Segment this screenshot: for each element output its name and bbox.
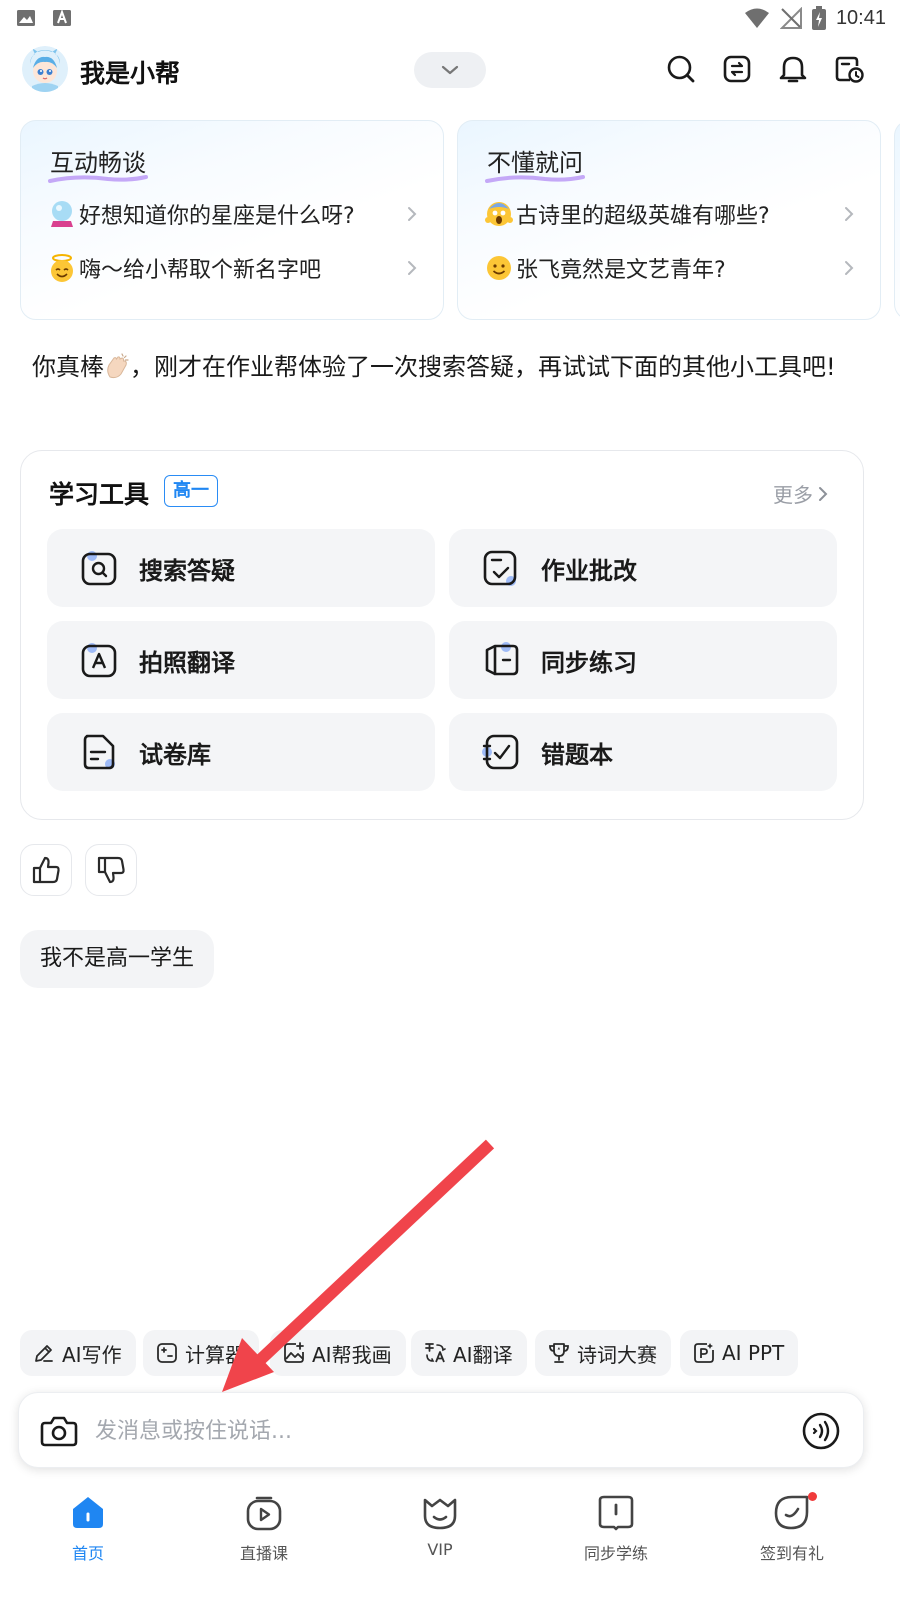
sync-practice-icon [485,642,519,676]
dislike-button[interactable] [85,844,137,896]
chat-input-bar [18,1392,864,1468]
nav-vip[interactable]: VIP [380,1492,500,1572]
app-title: 我是小帮 [80,59,181,88]
app-header: 我是小帮 [0,40,900,104]
photo-translate-icon [81,643,117,678]
tool-photo-translate[interactable]: 拍照翻译 [47,621,435,699]
quick-tool-ai-translate[interactable]: AI翻译 [411,1330,527,1376]
chevron-right-icon [408,207,417,221]
tool-sync-practice[interactable]: 同步练习 [449,621,837,699]
search-button[interactable] [664,52,698,86]
quick-tool-ai-draw[interactable]: AI帮我画 [270,1330,406,1376]
smile-face-icon [487,256,511,280]
pen-icon [35,1345,53,1362]
image-notification-icon [17,10,35,26]
trophy-icon [549,1343,569,1363]
topic-question[interactable]: 嗨～给小帮取个新名字吧 [47,251,419,285]
quick-tool-calculator[interactable]: 计算器 [143,1330,259,1376]
quick-tools-row[interactable]: AI写作 计算器 AI帮我画 AI翻译 诗词大赛 AI PPT [20,1330,900,1378]
sync-study-icon [598,1495,634,1531]
wifi-icon [744,8,769,28]
calculator-icon [157,1343,177,1363]
topic-question[interactable]: 好想知道你的星座是什么呀? [47,197,419,231]
topic-card-ask[interactable]: 不懂就问 古诗里的超级英雄有哪些? 张飞竟然是文艺青年? [457,120,881,320]
nav-live-class[interactable]: 直播课 [204,1492,324,1572]
voice-input-icon[interactable] [801,1411,841,1451]
quick-tool-poetry-contest[interactable]: 诗词大赛 [535,1330,671,1376]
clapping-hands-icon [107,353,129,379]
avatar[interactable] [22,46,68,92]
nav-sync-study[interactable]: 同步学练 [556,1492,676,1572]
text-notification-icon [53,9,71,26]
topic-carousel[interactable]: 互动畅谈 好想知道你的星座是什么呀? 嗨～给小帮取个新名字吧 不懂就问 古诗里的… [20,120,900,322]
scream-face-icon [485,202,513,226]
home-icon [73,1497,103,1528]
assistant-message: 你真棒 ，刚才在作业帮体验了一次搜索答疑，再试试下面的其他小工具吧! [32,353,836,381]
topic-question[interactable]: 张飞竟然是文艺青年? [484,251,856,285]
quick-tool-ai-ppt[interactable]: AI PPT [680,1330,799,1376]
exam-library-icon [83,734,115,770]
camera-icon[interactable] [39,1411,79,1451]
assistant-avatar-icon [22,46,68,92]
image-plus-icon [284,1342,304,1363]
notification-dot [808,1492,817,1501]
study-tools-title: 学习工具 [49,480,150,509]
homework-check-icon [483,550,517,586]
title-underline-decoration [485,175,585,183]
clock: 10:41 [835,6,886,29]
translate-icon [425,1343,446,1363]
topic-card-next-peek[interactable] [894,120,900,320]
tool-exam-library[interactable]: 试卷库 [47,713,435,791]
history-icon [835,56,864,83]
notifications-button[interactable] [776,52,810,86]
status-bar: 10:41 [0,0,900,36]
title-underline-decoration [48,175,148,183]
battery-icon [811,6,826,30]
nav-home[interactable]: 首页 [28,1492,148,1572]
mistake-book-icon [482,734,519,770]
chevron-right-icon [819,486,828,501]
message-input[interactable] [95,1409,775,1453]
chevron-right-icon [408,261,417,275]
quick-reply-chip[interactable]: 我不是高一学生 [20,930,215,988]
chevron-right-icon [845,207,854,221]
no-signal-icon [779,7,802,29]
tool-search-answer[interactable]: 搜索答疑 [47,529,435,607]
bell-icon [779,56,807,83]
like-button[interactable] [20,844,72,896]
switch-button[interactable] [720,52,754,86]
angel-face-icon [51,254,73,282]
grade-badge[interactable]: 高一 [164,475,218,507]
chevron-right-icon [845,261,854,275]
nav-checkin-gift[interactable]: 签到有礼 [732,1492,852,1572]
thumbs-down-icon [97,856,125,884]
bottom-navigation: 首页 直播课 VIP 同步学练 签到有礼 [0,1480,900,1600]
tool-mistake-book[interactable]: 错题本 [449,713,837,791]
chevron-down-icon [441,65,459,75]
search-answer-icon [81,551,117,586]
thumbs-up-icon [32,856,60,884]
tool-homework-check[interactable]: 作业批改 [449,529,837,607]
history-button[interactable] [832,52,866,86]
ppt-icon [694,1343,714,1363]
quick-tool-ai-writing[interactable]: AI写作 [20,1330,136,1376]
topic-question[interactable]: 古诗里的超级英雄有哪些? [484,197,856,231]
swap-icon [723,55,751,83]
crystal-ball-icon [51,201,73,227]
vip-icon [423,1498,457,1530]
checkin-gift-icon [774,1495,809,1530]
more-link[interactable]: 更多 [773,479,829,508]
topic-card-chat[interactable]: 互动畅谈 好想知道你的星座是什么呀? 嗨～给小帮取个新名字吧 [20,120,444,320]
search-icon [667,55,695,83]
live-class-icon [246,1496,282,1531]
dropdown-button[interactable] [414,52,486,88]
study-tools-card: 学习工具 高一 更多 搜索答疑 作业批改 拍照翻译 同步练习 试卷库 错题本 [20,450,864,820]
